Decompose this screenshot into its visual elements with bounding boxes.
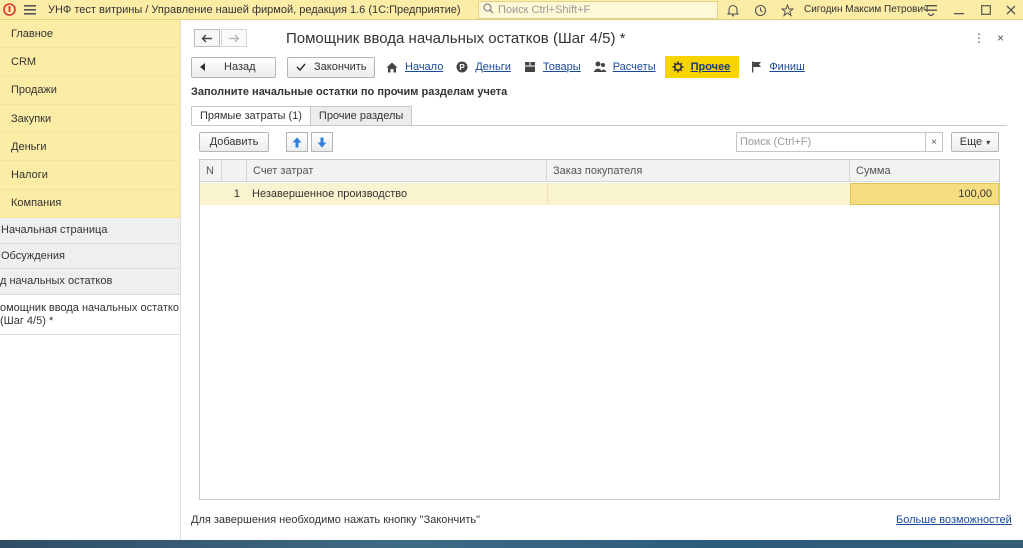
tab-other-sections[interactable]: Прочие разделы <box>309 106 413 126</box>
sidebar: Главное CRM Продажи Закупки Деньги Налог… <box>0 20 181 548</box>
table-search-input[interactable]: Поиск (Ctrl+F) <box>736 132 926 152</box>
open-windows-panel: Начальная страница Обсуждения д начальны… <box>0 218 180 335</box>
home-icon <box>385 60 399 74</box>
svg-text:P: P <box>460 63 466 72</box>
cell-order[interactable] <box>547 183 850 205</box>
more-features-link[interactable]: Больше возможностей <box>896 514 1012 526</box>
section-main[interactable]: Главное <box>0 20 180 49</box>
gear-icon <box>671 60 685 74</box>
goods-icon <box>523 60 537 74</box>
section-money[interactable]: Деньги <box>0 133 180 162</box>
bell-icon[interactable] <box>725 2 741 18</box>
column-header-order[interactable]: Заказ покупателя <box>547 160 850 182</box>
finish-button-label: Закончить <box>314 61 367 73</box>
step-start[interactable]: Начало <box>385 60 443 74</box>
step-settlements[interactable]: Расчеты <box>593 60 656 74</box>
add-button-label: Добавить <box>209 136 259 148</box>
step-money-link[interactable]: Деньги <box>475 61 511 73</box>
open-window-discussions[interactable]: Обсуждения <box>0 244 180 270</box>
step-start-link[interactable]: Начало <box>405 61 443 73</box>
step-goods-link[interactable]: Товары <box>543 61 581 73</box>
table-search-placeholder: Поиск (Ctrl+F) <box>740 136 812 148</box>
1c-logo-icon <box>2 3 16 17</box>
global-search-placeholder: Поиск Ctrl+Shift+F <box>498 4 591 16</box>
open-window-home[interactable]: Начальная страница <box>0 218 180 244</box>
cell-sum[interactable]: 100,00 <box>850 183 999 205</box>
back-button[interactable]: Назад <box>191 56 276 78</box>
search-icon <box>483 3 494 17</box>
tabs: Прямые затраты (1) Прочие разделы <box>191 106 413 126</box>
people-icon <box>593 60 607 74</box>
title-bar: УНФ тест витрины / Управление нашей фирм… <box>0 0 1023 20</box>
tab-direct-costs[interactable]: Прямые затраты (1) <box>191 106 311 126</box>
money-icon: P <box>455 60 469 74</box>
table-row[interactable]: 1 Незавершенное производство 100,00 <box>200 183 999 205</box>
table-toolbar: Добавить Поиск (Ctrl+F) × Еще ▾ <box>199 132 999 154</box>
main-menu-icon[interactable] <box>22 4 38 15</box>
tab-divider <box>191 125 1007 126</box>
move-up-button[interactable] <box>286 132 308 152</box>
favorites-star-icon[interactable] <box>779 2 795 18</box>
section-company[interactable]: Компания <box>0 190 180 219</box>
step-other-link[interactable]: Прочее <box>691 61 731 73</box>
settings-menu-icon[interactable] <box>923 2 939 18</box>
minimize-icon[interactable] <box>951 2 967 18</box>
column-header-account[interactable]: Счет затрат <box>247 160 547 182</box>
back-button-label: Назад <box>224 61 256 73</box>
more-actions-label: Еще <box>959 136 983 148</box>
close-form-icon[interactable]: × <box>997 31 1004 45</box>
open-window-assistant-active[interactable]: омощник ввода начальных остатко (Шаг 4/5… <box>0 294 180 335</box>
step-settlements-link[interactable]: Расчеты <box>613 61 656 73</box>
maximize-icon[interactable] <box>978 2 994 18</box>
system-taskbar <box>0 540 1023 548</box>
user-name[interactable]: Сигодин Максим Петрович <box>804 4 928 15</box>
step-other-active[interactable]: Прочее <box>664 56 740 78</box>
step-finish[interactable]: Финиш <box>749 60 805 74</box>
section-sales[interactable]: Продажи <box>0 77 180 105</box>
close-window-icon[interactable] <box>1003 2 1019 18</box>
form-area: Помощник ввода начальных остатков (Шаг 4… <box>182 20 1023 540</box>
column-header-n[interactable]: N <box>200 160 222 182</box>
finish-button[interactable]: Закончить <box>287 56 375 78</box>
history-back-button[interactable] <box>194 29 220 47</box>
sections-panel: Главное CRM Продажи Закупки Деньги Налог… <box>0 20 180 219</box>
section-taxes[interactable]: Налоги <box>0 161 180 190</box>
table-header: N Счет затрат Заказ покупателя Сумма <box>200 160 999 182</box>
form-subtitle: Заполните начальные остатки по прочим ра… <box>191 86 508 98</box>
step-goods[interactable]: Товары <box>523 60 581 74</box>
command-bar: Назад Закончить Начало P Деньги Товары Р… <box>191 56 805 78</box>
arrow-up-icon <box>292 137 302 147</box>
add-button[interactable]: Добавить <box>199 132 269 152</box>
clear-icon: × <box>931 136 937 148</box>
flag-icon <box>749 60 763 74</box>
step-money[interactable]: P Деньги <box>455 60 511 74</box>
history-forward-button[interactable] <box>221 29 247 47</box>
direct-costs-table[interactable]: N Счет затрат Заказ покупателя Сумма 1 Н… <box>199 159 1000 500</box>
step-finish-link[interactable]: Финиш <box>769 61 805 73</box>
arrow-down-icon <box>317 137 327 147</box>
open-window-input-balances[interactable]: д начальных остатков <box>0 269 180 295</box>
more-actions-button[interactable]: Еще ▾ <box>951 132 999 152</box>
column-header-sum[interactable]: Сумма <box>850 160 999 182</box>
global-search-input[interactable]: Поиск Ctrl+Shift+F <box>478 1 718 19</box>
page-title: Помощник ввода начальных остатков (Шаг 4… <box>286 30 626 47</box>
column-header-spacer <box>222 160 247 182</box>
section-purchases[interactable]: Закупки <box>0 105 180 134</box>
footer-hint: Для завершения необходимо нажать кнопку … <box>191 514 481 526</box>
chevron-down-icon: ▾ <box>986 137 991 147</box>
cell-n[interactable]: 1 <box>200 183 240 205</box>
move-down-button[interactable] <box>311 132 333 152</box>
window-title: УНФ тест витрины / Управление нашей фирм… <box>48 3 461 16</box>
section-crm[interactable]: CRM <box>0 48 180 77</box>
cell-account[interactable]: Незавершенное производство <box>252 183 547 205</box>
clear-search-button[interactable]: × <box>925 132 943 152</box>
history-icon[interactable] <box>752 2 768 18</box>
triangle-left-icon <box>200 63 205 71</box>
more-vertical-icon[interactable]: ⋮ <box>973 31 985 45</box>
checkmark-icon <box>296 63 306 71</box>
